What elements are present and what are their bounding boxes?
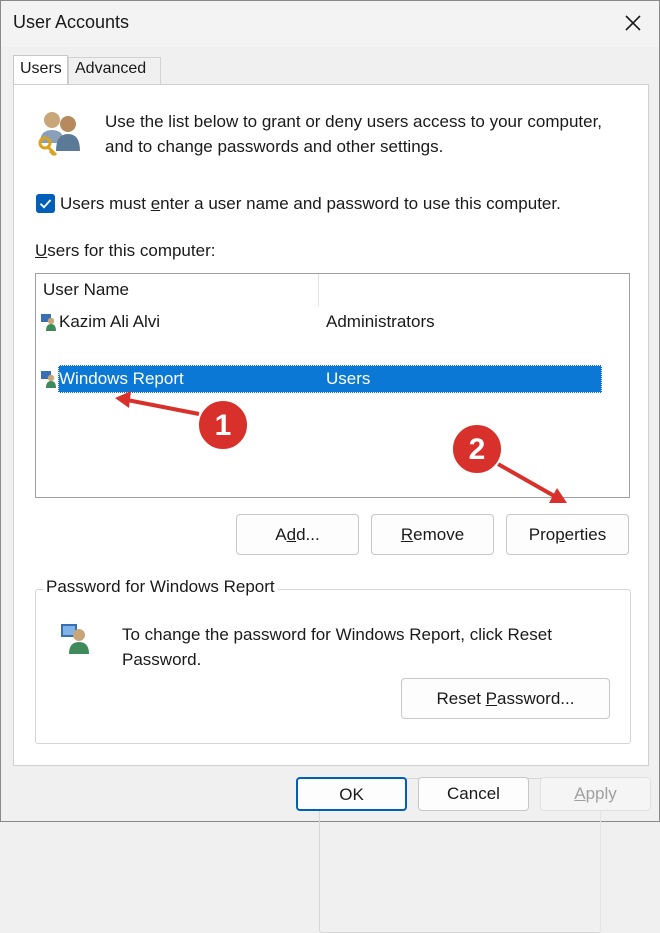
tab-advanced[interactable]: Advanced (68, 57, 161, 85)
tab-advanced-label: Advanced (75, 60, 147, 77)
users-keys-icon (38, 112, 80, 157)
user-name-cell: Windows Report (59, 369, 184, 388)
password-groupbox: Password for Windows Report To change th… (35, 577, 631, 744)
reset-password-button[interactable]: Reset Password... (401, 678, 610, 719)
remove-button[interactable]: Remove (371, 514, 494, 555)
intro-line-2: and to change passwords and other settin… (105, 137, 444, 156)
require-password-label: Users must enter a user name and passwor… (60, 194, 561, 213)
column-header-user-name[interactable]: User Name (36, 274, 319, 306)
apply-button[interactable]: Apply (540, 777, 651, 811)
user-group-cell: Users (326, 369, 371, 388)
intro-line-1: Use the list below to grant or deny user… (105, 112, 603, 131)
user-row[interactable]: Kazim Ali Alvi Administrators (36, 308, 602, 336)
cancel-button[interactable]: Cancel (418, 777, 529, 811)
password-group-title: Password for Windows Report (43, 577, 278, 597)
title-bar: User Accounts (1, 1, 659, 47)
users-list-label: Users for this computer: (35, 241, 216, 260)
user-group-cell: Administrators (326, 312, 435, 331)
tab-users-label: Users (20, 60, 62, 77)
ok-button[interactable]: OK (296, 777, 407, 811)
password-group-text: To change the password for Windows Repor… (122, 622, 602, 672)
users-tab-panel: Use the list below to grant or deny user… (13, 84, 649, 933)
intro-text: Use the list below to grant or deny user… (105, 109, 640, 159)
user-icon (61, 624, 89, 654)
users-listview[interactable]: User Name Group Kazim Ali Alvi Administr… (35, 273, 630, 933)
add-button[interactable]: Add... (236, 514, 359, 555)
password-text-line-1: To change the password for Windows Repor… (122, 625, 552, 644)
user-name-cell: Kazim Ali Alvi (59, 312, 161, 331)
user-icon (41, 371, 56, 388)
window-title: User Accounts (13, 12, 130, 32)
properties-button[interactable]: Properties (506, 514, 629, 555)
require-password-checkbox[interactable] (36, 194, 55, 213)
user-accounts-window: User Accounts Users Advanced Use the lis… (0, 0, 660, 933)
password-text-line-2: Password. (122, 650, 202, 669)
tab-users[interactable]: Users (13, 55, 68, 85)
user-icon (41, 314, 56, 331)
close-icon[interactable] (621, 11, 645, 35)
user-row-selected[interactable]: Windows Report Users (36, 365, 602, 393)
